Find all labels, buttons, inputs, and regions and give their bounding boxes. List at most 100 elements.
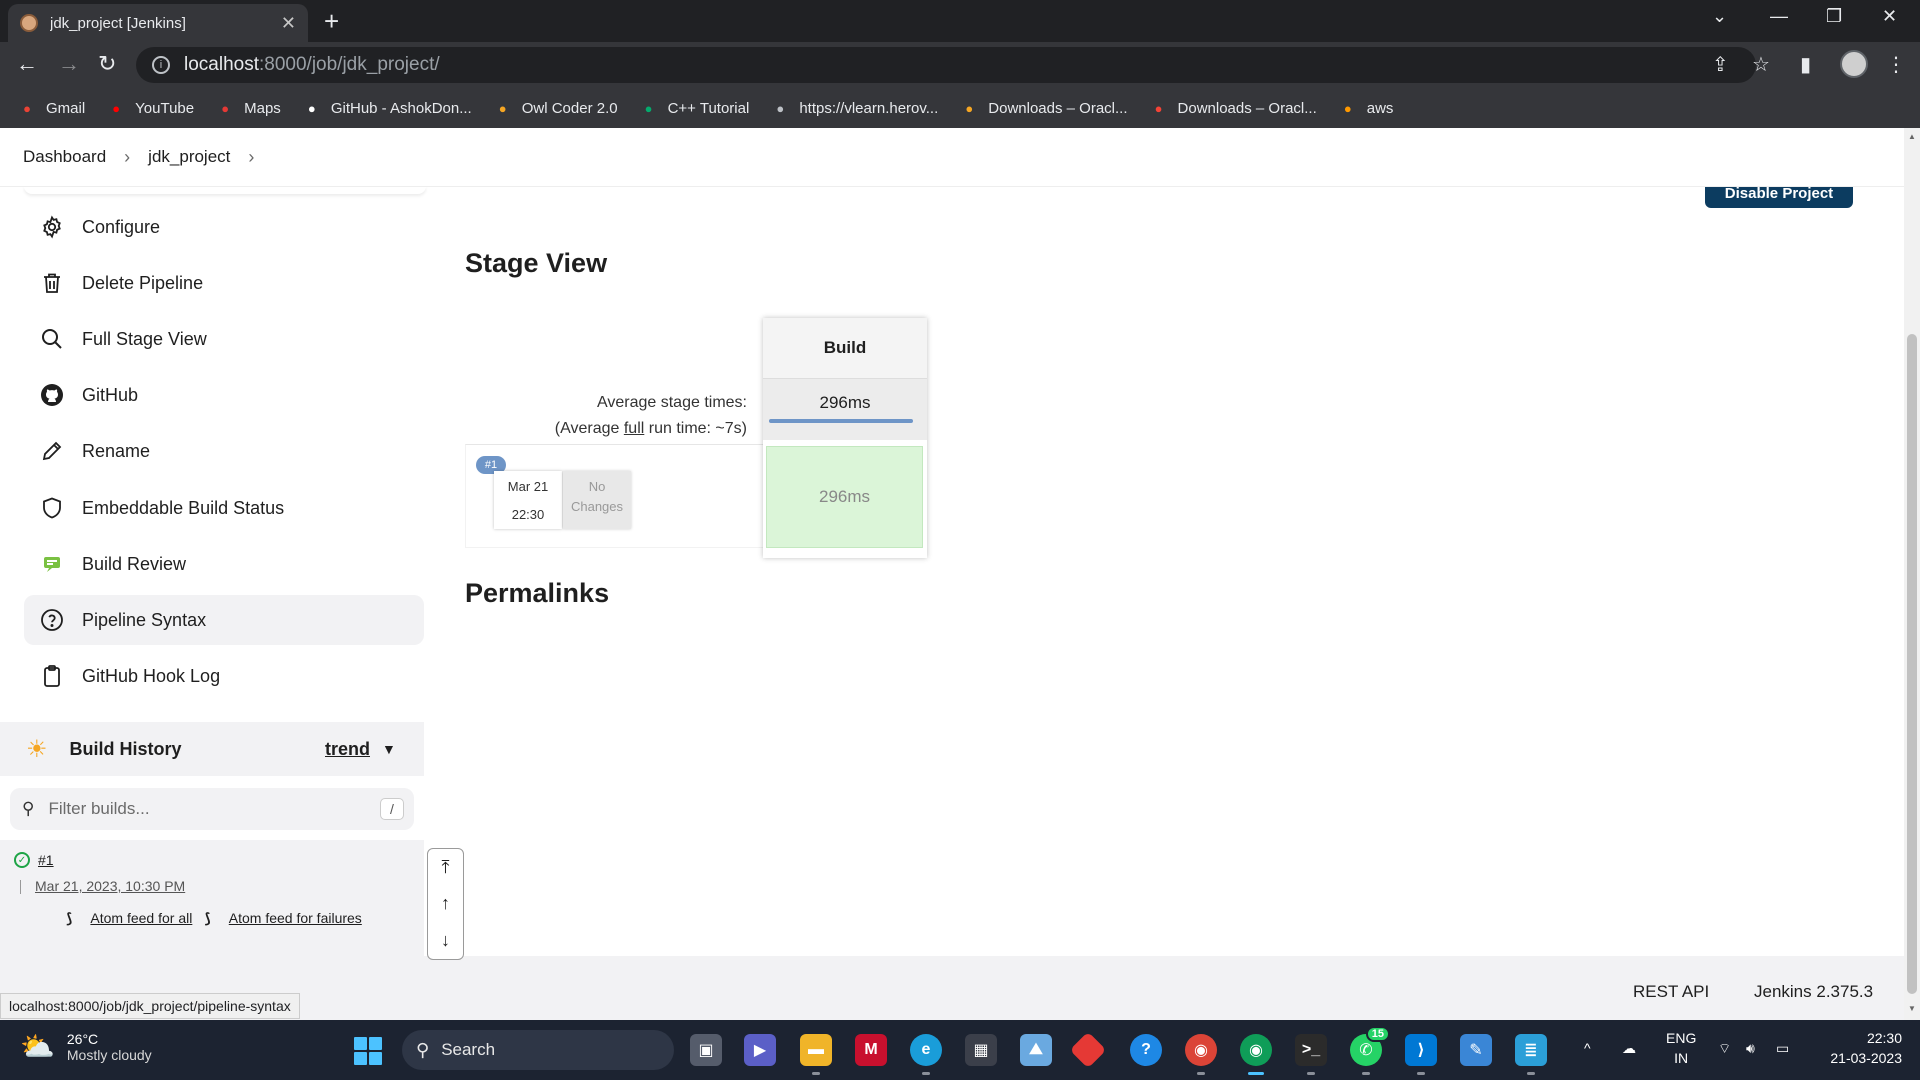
scrollbar-thumb[interactable]: [1907, 334, 1917, 994]
teams-chat-icon[interactable]: ▶: [744, 1034, 776, 1066]
browser-chrome: jdk_project [Jenkins] ✕ + ⌄ — ❐ ✕ ← → ↻ …: [0, 0, 1920, 128]
reload-button[interactable]: ↻: [98, 52, 116, 76]
trend-link[interactable]: trend: [325, 739, 370, 760]
atom-feed-all-link[interactable]: Atom feed for all: [90, 910, 192, 927]
scroll-up-arrow-icon[interactable]: ▲: [1908, 132, 1916, 141]
breadcrumb-jdk-project[interactable]: jdk_project: [148, 147, 230, 167]
browser-tab[interactable]: jdk_project [Jenkins] ✕: [8, 4, 308, 42]
help-app-icon[interactable]: ?: [1130, 1034, 1162, 1066]
full-run-link[interactable]: full: [624, 420, 644, 437]
bookmark-item[interactable]: ● GitHub - AshokDon...: [303, 99, 472, 117]
chrome-active-icon[interactable]: ◉: [1240, 1034, 1272, 1075]
paint-icon[interactable]: ✎: [1460, 1034, 1492, 1066]
avg-label-text: Average stage times:: [596, 394, 747, 411]
jenkins-version-link[interactable]: Jenkins 2.375.3: [1754, 982, 1873, 1002]
filter-builds-input[interactable]: ⚲ Filter builds... /: [10, 788, 414, 830]
minimize-button[interactable]: —: [1770, 6, 1788, 27]
bookmark-label: YouTube: [135, 99, 195, 117]
scroll-down-arrow-icon[interactable]: ▼: [1908, 1004, 1916, 1013]
sidebar-item-configure[interactable]: Configure: [24, 202, 424, 252]
bookmark-item[interactable]: ● YouTube: [107, 99, 194, 117]
profile-avatar[interactable]: [1840, 50, 1868, 78]
back-button[interactable]: ←: [16, 52, 38, 76]
whatsapp-icon[interactable]: ✆ 15: [1350, 1026, 1390, 1075]
edge-browser-icon[interactable]: e: [910, 1034, 942, 1075]
bookmark-item[interactable]: ● aws: [1339, 99, 1394, 117]
bookmark-item[interactable]: ● Maps: [216, 99, 281, 117]
taskbar-search[interactable]: ⚲ Search: [402, 1030, 674, 1070]
bookmark-item[interactable]: ● Owl Coder 2.0: [494, 99, 618, 117]
sidebar-item-label: Full Stage View: [82, 328, 207, 349]
jenkins-page: Dashboard › jdk_project › Disable Projec…: [0, 128, 1904, 1020]
windows-start-icon[interactable]: [354, 1037, 382, 1065]
language-code: ENG: [1666, 1030, 1697, 1046]
rss-icon: ⟆: [66, 910, 73, 926]
show-hidden-icons-chevron-icon[interactable]: ^: [1584, 1038, 1591, 1058]
bookmark-item[interactable]: ● C++ Tutorial: [640, 99, 750, 117]
sidebar-item-github[interactable]: GitHub: [24, 370, 424, 420]
scroll-to-top-icon[interactable]: ⤒: [442, 857, 450, 878]
bookmark-item[interactable]: ● Downloads – Oracl...: [1150, 99, 1317, 117]
w3schools-icon: ●: [644, 100, 653, 116]
changes-card[interactable]: No Changes: [563, 471, 631, 529]
chevron-down-icon[interactable]: ▼: [382, 741, 396, 757]
sidebar-item-build-review[interactable]: Build Review: [24, 539, 424, 589]
onedrive-icon[interactable]: ☁: [1622, 1038, 1636, 1058]
close-window-button[interactable]: ✕: [1882, 6, 1897, 27]
sidebar-item-embeddable-build-status[interactable]: Embeddable Build Status: [24, 483, 424, 533]
clock[interactable]: 22:30 21-03-2023: [1818, 1028, 1902, 1068]
build-date-link[interactable]: Mar 21, 2023, 10:30 PM: [35, 878, 185, 894]
address-bar[interactable]: i localhost:8000/job/jdk_project/: [136, 47, 1756, 83]
restore-button[interactable]: ❐: [1826, 6, 1842, 27]
page-scrollbar[interactable]: ▲ ▼: [1904, 128, 1920, 1020]
sidebar-item-full-stage-view[interactable]: Full Stage View: [24, 314, 424, 364]
owl-coder-icon: ●: [498, 100, 507, 116]
oracle-arrow-icon: ●: [1154, 100, 1163, 116]
rest-api-link[interactable]: REST API: [1633, 982, 1709, 1002]
close-tab-icon[interactable]: ✕: [281, 13, 296, 34]
site-info-icon[interactable]: i: [152, 56, 170, 74]
build-number-link[interactable]: #1: [38, 852, 54, 868]
side-panel-icon[interactable]: ▮: [1800, 52, 1811, 77]
forward-button[interactable]: →: [58, 52, 80, 76]
sidebar-item-rename[interactable]: Rename: [24, 426, 424, 476]
git-icon[interactable]: [1069, 1031, 1107, 1069]
region-code: IN: [1674, 1050, 1689, 1066]
mcafee-icon[interactable]: M: [855, 1034, 887, 1066]
share-icon[interactable]: ⇪: [1712, 52, 1729, 77]
sidebar-item-pipeline-syntax[interactable]: Pipeline Syntax: [24, 595, 424, 645]
weather-widget[interactable]: ⛅ 26°C Mostly cloudy: [20, 1030, 152, 1063]
bookmark-star-icon[interactable]: ☆: [1752, 52, 1770, 77]
chevron-right-icon[interactable]: ›: [124, 147, 130, 168]
sidebar-item-delete-pipeline[interactable]: Delete Pipeline: [24, 258, 424, 308]
bookmark-item[interactable]: ● Gmail: [18, 99, 85, 117]
breadcrumb-dashboard[interactable]: Dashboard: [23, 147, 106, 167]
sidebar-item-github-hook-log[interactable]: GitHub Hook Log: [24, 651, 424, 701]
new-tab-button[interactable]: +: [324, 8, 339, 34]
language-indicator[interactable]: ENG IN: [1666, 1028, 1696, 1068]
notepad-icon[interactable]: ≣: [1515, 1034, 1547, 1075]
bookmark-item[interactable]: ● https://vlearn.herov...: [771, 99, 938, 117]
tab-title: jdk_project [Jenkins]: [50, 14, 186, 32]
menu-kebab-icon[interactable]: ⋮: [1886, 52, 1906, 77]
scroll-down-icon[interactable]: ↓: [441, 930, 450, 951]
tab-search-chevron-icon[interactable]: ⌄: [1712, 6, 1727, 27]
search-icon: ⚲: [416, 1039, 430, 1060]
globe-icon: ●: [776, 100, 785, 116]
wifi-icon[interactable]: ⌔: [1718, 1038, 1731, 1058]
terminal-icon[interactable]: >_: [1295, 1034, 1327, 1075]
chevron-right-icon[interactable]: ›: [248, 147, 254, 168]
file-explorer-icon[interactable]: ▬: [800, 1034, 832, 1075]
volume-icon[interactable]: 🔊︎: [1746, 1038, 1755, 1058]
microsoft-store-icon[interactable]: ▦: [965, 1034, 997, 1066]
atom-feed-failures-link[interactable]: Atom feed for failures: [229, 910, 362, 927]
vscode-icon[interactable]: ⟩: [1405, 1034, 1437, 1075]
task-view-icon[interactable]: ▣: [690, 1034, 722, 1066]
battery-icon[interactable]: ▭: [1776, 1038, 1789, 1058]
stage-cell-success[interactable]: 296ms: [766, 446, 923, 548]
chrome-profile-icon[interactable]: ◉: [1185, 1034, 1217, 1075]
timeline-divider: [20, 880, 21, 894]
bookmark-item[interactable]: ● Downloads – Oracl...: [960, 99, 1127, 117]
scroll-up-icon[interactable]: ↑: [441, 893, 450, 914]
photos-icon[interactable]: ⛰: [1020, 1034, 1052, 1066]
